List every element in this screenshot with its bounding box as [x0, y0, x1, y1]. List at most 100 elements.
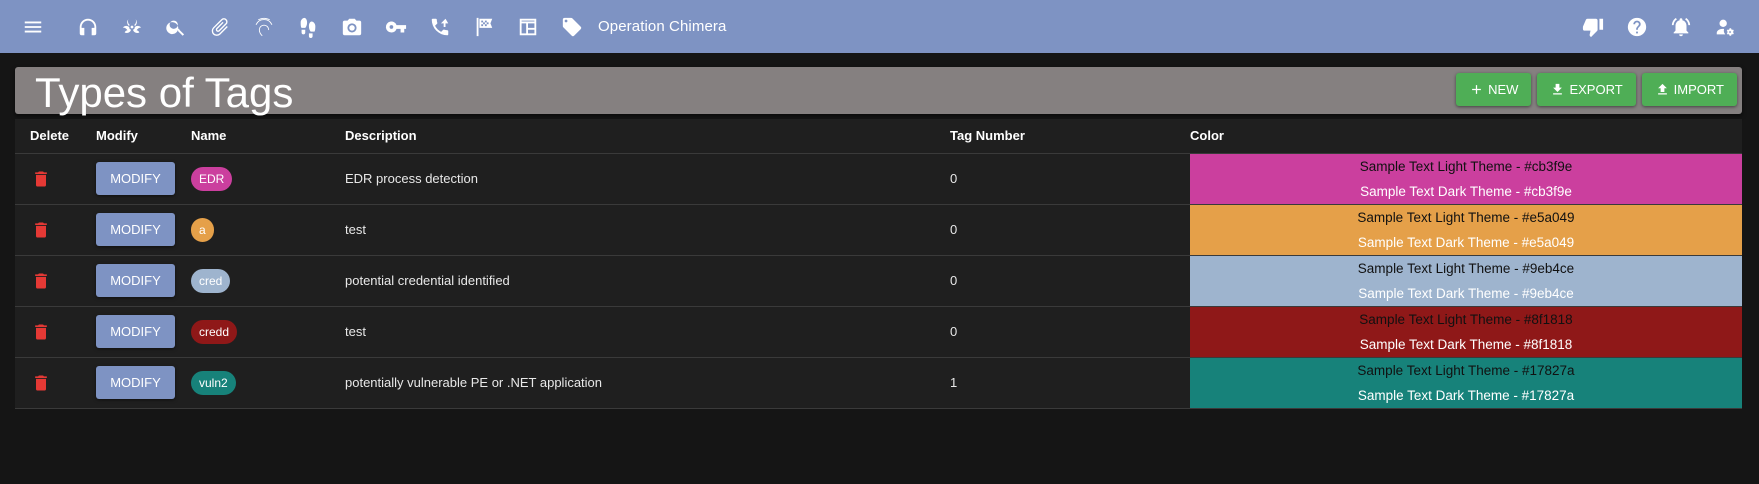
tag-icon[interactable]	[550, 0, 594, 53]
description-cell: potentially vulnerable PE or .NET applic…	[345, 357, 950, 409]
project-name[interactable]: Operation Chimera	[598, 18, 726, 35]
delete-cell	[15, 306, 96, 358]
delete-icon[interactable]	[15, 322, 96, 342]
name-cell: cred	[191, 255, 345, 307]
tag-number-cell: 0	[950, 204, 1190, 256]
modify-button[interactable]: MODIFY	[96, 315, 175, 348]
column-header-modify[interactable]: Modify	[96, 119, 191, 154]
user-settings-icon[interactable]	[1703, 0, 1747, 53]
plus-icon	[1472, 85, 1481, 94]
dark-theme-sample: Sample Text Dark Theme - #8f1818	[1359, 336, 1573, 352]
help-icon[interactable]	[1615, 0, 1659, 53]
delete-icon[interactable]	[15, 373, 96, 393]
modify-button[interactable]: MODIFY	[96, 366, 175, 399]
modify-cell: MODIFY	[96, 255, 191, 307]
tag-number-cell: 0	[950, 255, 1190, 307]
headphones-icon[interactable]	[66, 0, 110, 53]
column-header-description[interactable]: Description	[345, 119, 950, 154]
delete-icon[interactable]	[15, 220, 96, 240]
key-icon[interactable]	[374, 0, 418, 53]
dark-theme-sample: Sample Text Dark Theme - #e5a049	[1357, 234, 1575, 250]
biohazard-icon[interactable]	[110, 0, 154, 53]
page-title: Types of Tags	[35, 69, 294, 116]
search-icon[interactable]	[154, 0, 198, 53]
import-button[interactable]: IMPORT	[1641, 73, 1737, 106]
table-row: MODIFY vuln2 potentially vulnerable PE o…	[15, 357, 1742, 409]
menu-icon[interactable]	[0, 0, 66, 53]
color-swatch: Sample Text Light Theme - #17827a Sample…	[1190, 357, 1742, 408]
modify-cell: MODIFY	[96, 153, 191, 205]
delete-cell	[15, 204, 96, 256]
tag-chip: credd	[191, 319, 238, 344]
color-cell: Sample Text Light Theme - #cb3f9e Sample…	[1190, 153, 1742, 205]
column-header-tag-number[interactable]: Tag Number	[950, 119, 1190, 154]
new-button[interactable]: NEW	[1456, 73, 1532, 106]
new-button-label: NEW	[1488, 82, 1519, 97]
column-header-color[interactable]: Color	[1190, 119, 1742, 154]
tag-number-cell: 0	[950, 306, 1190, 358]
delete-icon[interactable]	[15, 271, 96, 291]
footprints-icon[interactable]	[286, 0, 330, 53]
table-row: MODIFY cred potential credential identif…	[15, 255, 1742, 307]
table-row: MODIFY credd test 0 Sample Text Light Th…	[15, 306, 1742, 358]
color-swatch: Sample Text Light Theme - #cb3f9e Sample…	[1190, 153, 1742, 204]
tags-table-container: Delete Modify Name Description Tag Numbe…	[15, 119, 1742, 409]
name-cell: EDR	[191, 153, 345, 205]
tag-chip: vuln2	[191, 370, 236, 395]
export-button[interactable]: EXPORT	[1537, 73, 1636, 106]
light-theme-sample: Sample Text Light Theme - #9eb4ce	[1357, 260, 1575, 276]
color-swatch: Sample Text Light Theme - #8f1818 Sample…	[1190, 306, 1742, 357]
table-icon[interactable]	[506, 0, 550, 53]
paperclip-icon[interactable]	[198, 0, 242, 53]
light-theme-sample: Sample Text Light Theme - #17827a	[1357, 362, 1575, 378]
nav-left-group: Operation Chimera	[0, 0, 726, 53]
thumb-down-icon[interactable]	[1571, 0, 1615, 53]
tag-number-cell: 0	[950, 153, 1190, 205]
delete-icon[interactable]	[15, 169, 96, 189]
description-cell: EDR process detection	[345, 153, 950, 205]
tag-chip: cred	[191, 268, 231, 293]
tag-chip: EDR	[191, 166, 233, 191]
color-cell: Sample Text Light Theme - #17827a Sample…	[1190, 357, 1742, 409]
light-theme-sample: Sample Text Light Theme - #cb3f9e	[1359, 158, 1573, 174]
import-button-label: IMPORT	[1673, 82, 1724, 97]
light-theme-sample: Sample Text Light Theme - #8f1818	[1359, 311, 1573, 327]
flag-checkered-icon[interactable]	[462, 0, 506, 53]
column-header-name[interactable]: Name	[191, 119, 345, 154]
nav-right-group	[1571, 0, 1747, 53]
modify-cell: MODIFY	[96, 204, 191, 256]
export-button-label: EXPORT	[1569, 82, 1623, 97]
page-header-panel: Types of Tags NEW EXPORT IMPORT	[15, 67, 1742, 116]
delete-cell	[15, 153, 96, 205]
bell-alert-icon[interactable]	[1659, 0, 1703, 53]
description-cell: potential credential identified	[345, 255, 950, 307]
modify-button[interactable]: MODIFY	[96, 264, 175, 297]
fingerprint-icon[interactable]	[242, 0, 286, 53]
color-cell: Sample Text Light Theme - #8f1818 Sample…	[1190, 306, 1742, 358]
modify-cell: MODIFY	[96, 306, 191, 358]
dark-theme-sample: Sample Text Dark Theme - #9eb4ce	[1358, 285, 1574, 301]
modify-button[interactable]: MODIFY	[96, 213, 175, 246]
name-cell: credd	[191, 306, 345, 358]
name-cell: vuln2	[191, 357, 345, 409]
delete-cell	[15, 255, 96, 307]
column-header-delete[interactable]: Delete	[15, 119, 96, 154]
name-cell: a	[191, 204, 345, 256]
table-row: MODIFY a test 0 Sample Text Light Theme …	[15, 204, 1742, 256]
color-cell: Sample Text Light Theme - #9eb4ce Sample…	[1190, 255, 1742, 307]
color-swatch: Sample Text Light Theme - #9eb4ce Sample…	[1190, 255, 1742, 306]
dark-theme-sample: Sample Text Dark Theme - #17827a	[1357, 387, 1575, 403]
modify-button[interactable]: MODIFY	[96, 162, 175, 195]
delete-cell	[15, 357, 96, 409]
table-row: MODIFY EDR EDR process detection 0 Sampl…	[15, 153, 1742, 205]
camera-icon[interactable]	[330, 0, 374, 53]
tags-table: Delete Modify Name Description Tag Numbe…	[15, 119, 1742, 409]
description-cell: test	[345, 204, 950, 256]
color-swatch: Sample Text Light Theme - #e5a049 Sample…	[1190, 204, 1742, 255]
upload-icon	[1657, 83, 1667, 95]
modify-cell: MODIFY	[96, 357, 191, 409]
table-header-row: Delete Modify Name Description Tag Numbe…	[15, 119, 1742, 154]
phone-callback-icon[interactable]	[418, 0, 462, 53]
dark-theme-sample: Sample Text Dark Theme - #cb3f9e	[1360, 183, 1572, 199]
header-actions: NEW EXPORT IMPORT	[1456, 73, 1737, 106]
